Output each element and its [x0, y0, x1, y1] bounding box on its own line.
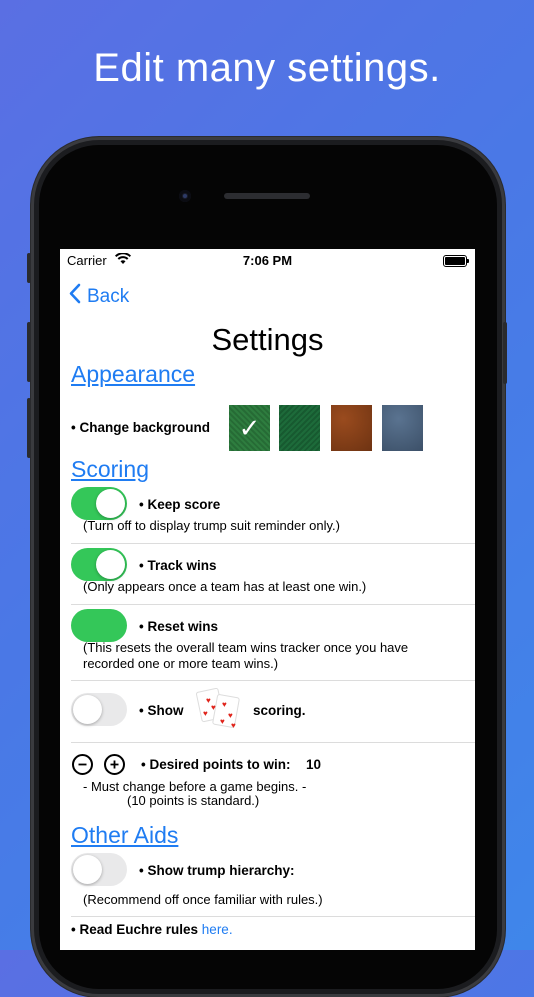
read-rules-label: • Read Euchre rules — [71, 922, 199, 937]
other-aids-heading[interactable]: Other Aids — [71, 822, 178, 849]
divider — [71, 604, 475, 605]
keep-score-label: • Keep score — [139, 497, 221, 512]
svg-text:♥: ♥ — [231, 721, 236, 730]
appearance-heading[interactable]: Appearance — [71, 361, 195, 388]
divider — [71, 680, 475, 681]
change-background-label: • Change background — [71, 420, 210, 435]
svg-text:♥: ♥ — [222, 700, 227, 709]
svg-text:♥: ♥ — [203, 709, 208, 718]
background-swatch-green-diagonal[interactable] — [279, 405, 320, 451]
trump-hierarchy-label: • Show trump hierarchy: — [139, 863, 295, 878]
svg-text:♥: ♥ — [220, 717, 225, 726]
divider — [71, 742, 475, 743]
keep-score-toggle[interactable] — [71, 487, 127, 520]
track-wins-label: • Track wins — [139, 558, 217, 573]
background-swatch-blue-slate[interactable] — [382, 405, 423, 451]
back-label: Back — [87, 285, 130, 307]
show-scoring-toggle[interactable] — [71, 693, 127, 726]
read-rules-row: • Read Euchre rules here. — [71, 922, 233, 937]
page-title: Settings — [211, 322, 324, 357]
background-swatch-green-felt[interactable]: ✓ — [229, 405, 270, 451]
scoring-heading[interactable]: Scoring — [71, 456, 149, 483]
svg-text:♥: ♥ — [228, 711, 233, 720]
volume-down-button — [27, 398, 31, 458]
status-time: 7:06 PM — [242, 253, 293, 268]
increase-points-button[interactable] — [104, 754, 125, 775]
app-screen: Carrier 7:06 PM Back Settings Appearance… — [60, 249, 475, 950]
divider — [71, 543, 475, 544]
trump-hierarchy-toggle[interactable] — [71, 853, 127, 886]
reset-wins-button[interactable] — [71, 609, 127, 642]
svg-text:♥: ♥ — [211, 703, 216, 712]
desired-points-value: 10 — [306, 757, 322, 772]
desired-points-standard-note: (10 points is standard.) — [127, 793, 260, 808]
headline: Edit many settings. — [93, 46, 441, 90]
reset-wins-label: • Reset wins — [139, 619, 219, 634]
trump-hierarchy-note: (Recommend off once familiar with rules.… — [83, 892, 323, 907]
plus-icon — [110, 760, 119, 769]
chevron-left-icon — [68, 283, 81, 310]
playing-cards-icon: ♥ ♥ ♥ ♥ ♥ ♥ ♥ — [195, 687, 243, 732]
reset-wins-note: (This resets the overall team wins track… — [83, 640, 409, 671]
checkmark-icon: ✓ — [238, 412, 261, 443]
track-wins-note: (Only appears once a team has at least o… — [83, 579, 367, 594]
volume-up-button — [27, 322, 31, 382]
rules-link[interactable]: here. — [202, 922, 233, 937]
back-button[interactable]: Back — [68, 283, 129, 310]
status-bar: Carrier 7:06 PM — [60, 249, 475, 275]
power-button — [503, 322, 507, 384]
battery-icon — [443, 255, 469, 267]
decrease-points-button[interactable] — [72, 754, 93, 775]
desired-points-label: • Desired points to win: — [141, 757, 291, 772]
front-camera — [179, 190, 191, 202]
track-wins-toggle[interactable] — [71, 548, 127, 581]
silent-switch — [27, 253, 31, 283]
background-swatch-brown-leather[interactable] — [331, 405, 372, 451]
show-scoring-suffix: scoring. — [253, 703, 306, 718]
minus-icon — [78, 763, 87, 766]
divider — [71, 916, 475, 917]
keep-score-note: (Turn off to display trump suit reminder… — [83, 518, 340, 533]
earpiece-speaker — [224, 193, 310, 199]
show-scoring-label: • Show — [139, 703, 184, 718]
